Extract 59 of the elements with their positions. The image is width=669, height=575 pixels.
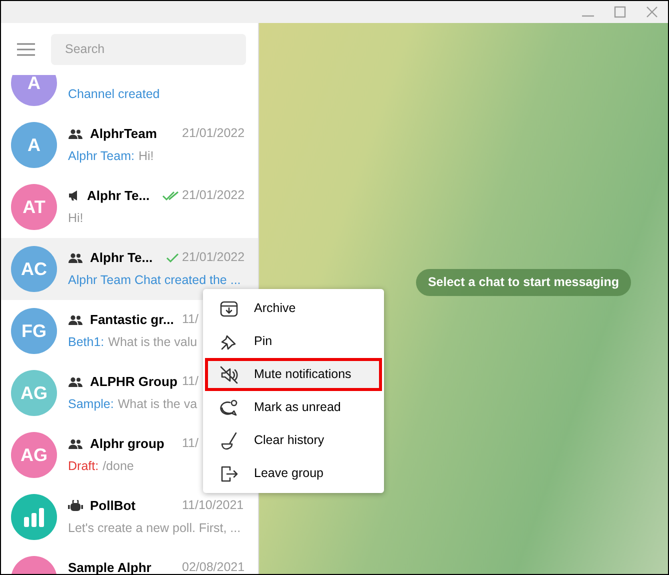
message-preview: Hi!: [68, 210, 84, 228]
speech-bubble-icon: [220, 398, 238, 416]
group-icon: [68, 376, 83, 386]
message-preview: Let's create a new poll. First, ...: [68, 520, 241, 538]
chat-name: AlphrTeam: [90, 124, 157, 143]
avatar: AG: [11, 370, 57, 416]
empty-state-message: Select a chat to start messaging: [416, 269, 632, 296]
chat-date: 11/: [182, 436, 198, 450]
exit-icon: [220, 464, 238, 482]
megaphone-icon: [68, 190, 80, 201]
chat-item[interactable]: AT Alphr Te... 21/01/2022 Hi!: [1, 176, 258, 238]
message-preview: Alphr Team Chat created the ...: [68, 272, 241, 290]
avatar: A: [11, 122, 57, 168]
menu-item[interactable]: Mute notifications: [205, 358, 382, 391]
avatar: AT: [11, 184, 57, 230]
chat-date: 11/10/2021: [182, 498, 244, 512]
chat-date: 11/: [182, 374, 198, 388]
chat-name: Alphr Te...: [87, 186, 150, 205]
chat-date: 02/08/2021: [182, 560, 245, 574]
message-preview: Hi!: [138, 148, 154, 166]
chat-name: PollBot: [90, 496, 136, 515]
chat-name: Fantastic gr...: [90, 310, 174, 329]
message-preview: What is the valu: [108, 334, 198, 352]
message-sender: Beth1:: [68, 334, 104, 352]
group-icon: [68, 128, 83, 138]
archive-icon: [220, 300, 238, 318]
close-icon[interactable]: [646, 6, 658, 18]
menu-item[interactable]: Clear history: [205, 424, 382, 457]
message-preview: /done: [102, 458, 134, 476]
avatar: A: [11, 75, 57, 106]
group-icon: [68, 438, 83, 448]
message-sender: Sample:: [68, 396, 114, 414]
avatar: AG: [11, 432, 57, 478]
chat-date: 21/01/2022: [182, 250, 245, 264]
message-sender: Alphr Team:: [68, 148, 134, 166]
chat-name: ALPHR Group: [90, 372, 178, 391]
menu-item[interactable]: Pin: [205, 325, 382, 358]
group-icon: [68, 314, 83, 324]
group-icon: [68, 252, 83, 262]
draft-label: Draft:: [68, 458, 99, 476]
muted-speaker-icon: [220, 366, 238, 384]
maximize-icon[interactable]: [614, 6, 626, 18]
menu-icon[interactable]: [17, 42, 35, 56]
chat-name: Alphr group: [90, 434, 164, 453]
avatar: AC: [11, 246, 57, 292]
search-field[interactable]: Search: [51, 34, 246, 64]
message-preview: Channel created: [68, 86, 160, 104]
broom-icon: [220, 432, 238, 450]
chat-date: 11/: [182, 312, 198, 326]
avatar: FG: [11, 308, 57, 354]
pin-icon: [220, 332, 238, 350]
menu-item[interactable]: Mark as unread: [205, 391, 382, 424]
message-preview: What is the va: [118, 396, 198, 414]
chat-name: Alphr Te...: [90, 248, 153, 267]
chat-date: 21/01/2022: [182, 126, 245, 140]
robot-icon: [68, 500, 83, 511]
chat-item[interactable]: AC Alphr Te... 21/01/2022 Alphr Team Chat created the ...: [1, 238, 258, 300]
chat-item[interactable]: A AlphrTeam 21/01/2022 Alphr Team: Hi!: [1, 114, 258, 176]
chat-date: 21/01/2022: [182, 188, 245, 202]
